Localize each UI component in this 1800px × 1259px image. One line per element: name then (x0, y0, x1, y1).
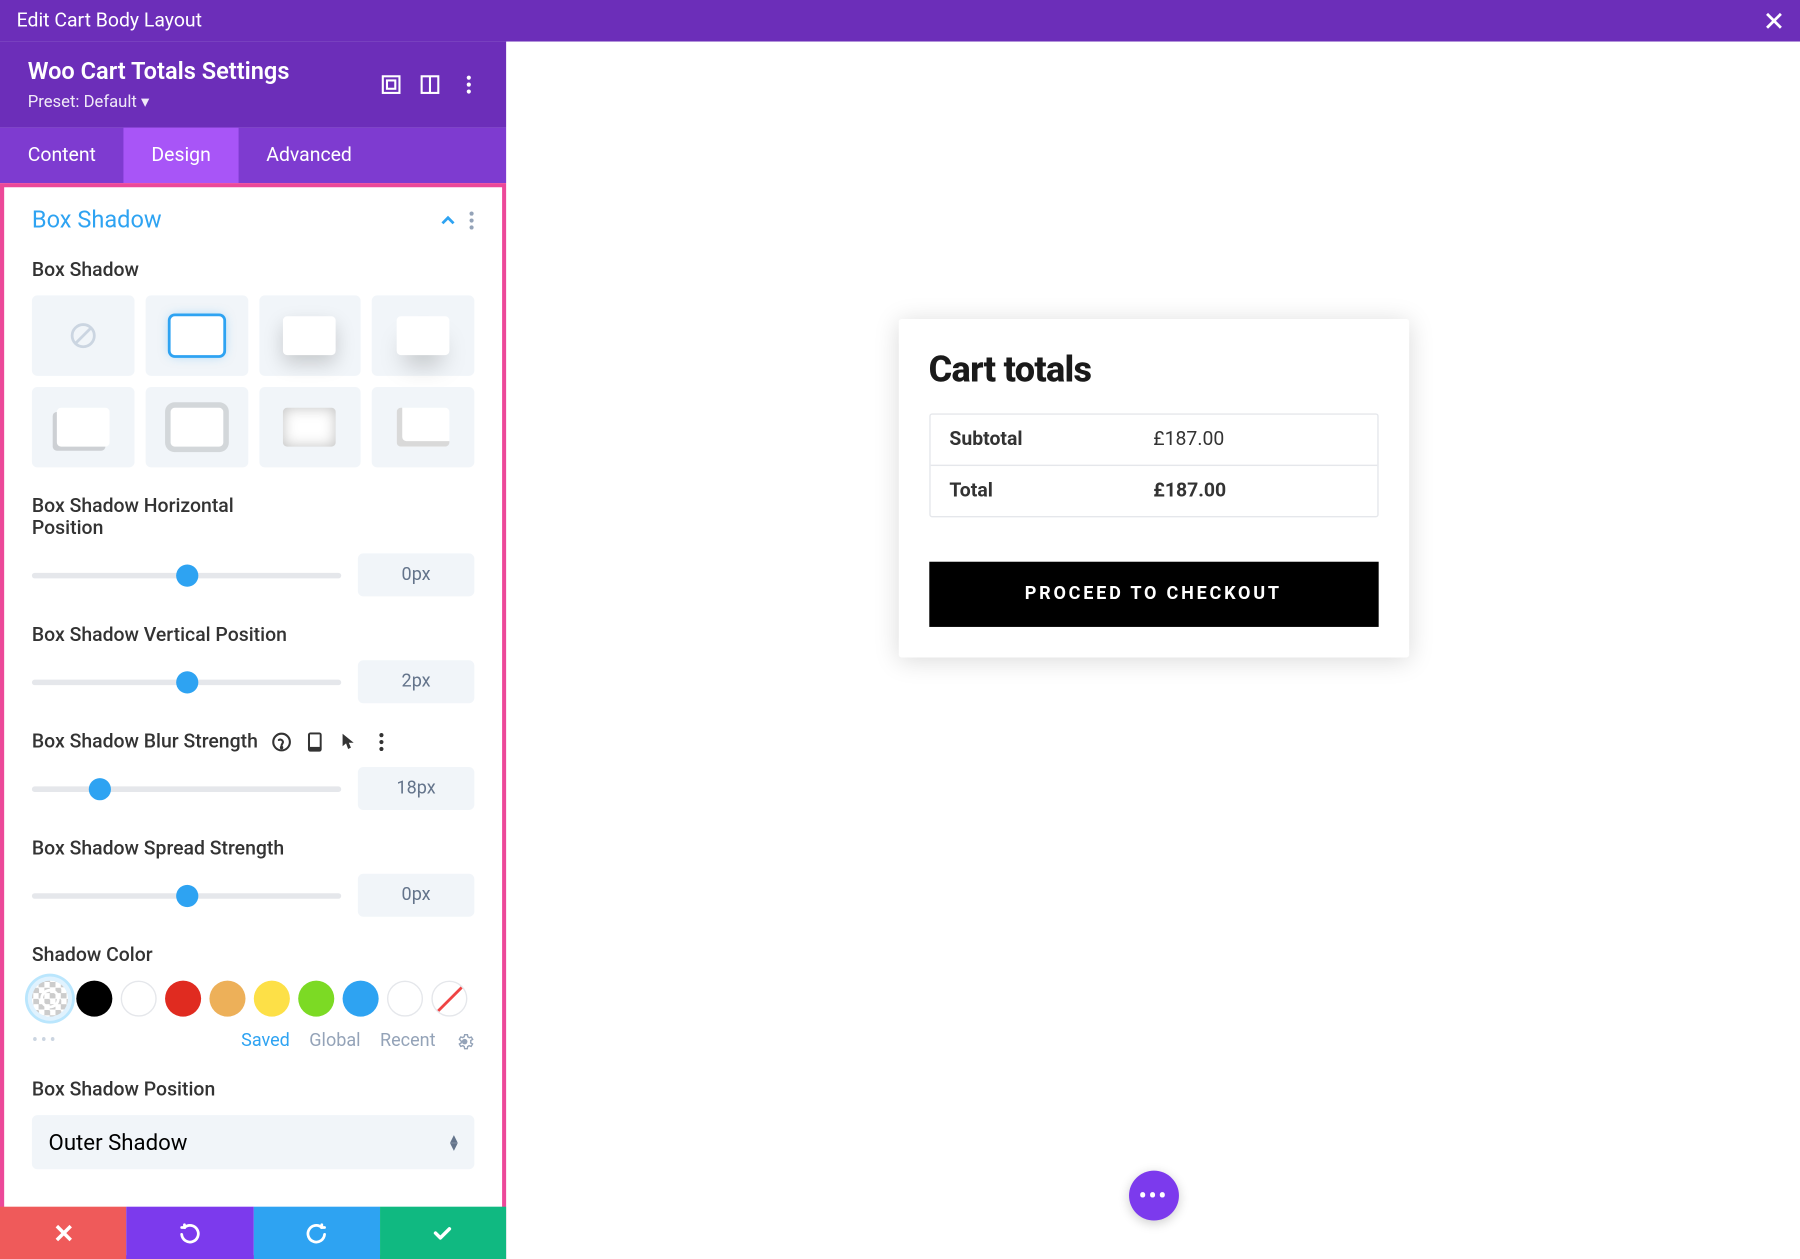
color-swatch-red[interactable] (165, 981, 201, 1017)
hover-icon[interactable] (338, 732, 357, 751)
vertical-slider[interactable] (32, 679, 341, 685)
color-tab-recent[interactable]: Recent (380, 1031, 436, 1052)
vertical-value[interactable]: 2px (358, 660, 475, 703)
table-row: Total £187.00 (930, 465, 1377, 516)
spread-slider[interactable] (32, 893, 341, 899)
color-swatches (32, 981, 474, 1017)
blur-slider[interactable] (32, 786, 341, 792)
color-swatch-black[interactable] (76, 981, 112, 1017)
design-panel: Box Shadow Box Shadow (0, 183, 506, 1259)
dots-icon: ••• (1139, 1181, 1168, 1210)
save-button[interactable] (380, 1207, 507, 1259)
table-row: Subtotal £187.00 (930, 415, 1377, 465)
shadow-presets-label: Box Shadow (32, 259, 474, 281)
gear-icon[interactable] (455, 1031, 474, 1050)
tab-design[interactable]: Design (124, 128, 239, 183)
settings-tabs: Content Design Advanced (0, 128, 506, 183)
row-value: £187.00 (1153, 480, 1357, 502)
checkout-button[interactable]: PROCEED TO CHECKOUT (929, 562, 1378, 627)
check-icon (432, 1222, 454, 1244)
slider-thumb[interactable] (89, 777, 111, 799)
sidebar-header: Woo Cart Totals Settings Preset: Default… (0, 42, 506, 128)
shadow-preset-4[interactable] (32, 387, 134, 467)
cart-table: Subtotal £187.00 Total £187.00 (929, 413, 1378, 517)
slider-thumb[interactable] (175, 564, 197, 586)
row-value: £187.00 (1153, 429, 1357, 451)
chevron-down-icon: ▾ (141, 92, 149, 111)
shadow-preset-5[interactable] (145, 387, 247, 467)
shadow-preset-none[interactable] (32, 295, 134, 375)
tab-content[interactable]: Content (0, 128, 124, 183)
spread-label: Box Shadow Spread Strength (32, 838, 474, 860)
color-swatch-orange[interactable] (209, 981, 245, 1017)
action-bar (0, 1207, 506, 1259)
help-icon[interactable] (272, 732, 291, 751)
cart-title: Cart totals (929, 350, 1378, 392)
color-swatch-yellow[interactable] (254, 981, 290, 1017)
top-bar-title: Edit Cart Body Layout (17, 10, 202, 32)
blur-value[interactable]: 18px (358, 767, 475, 810)
shadow-preset-7[interactable] (372, 387, 474, 467)
color-tab-saved[interactable]: Saved (241, 1031, 290, 1052)
position-label: Box Shadow Position (32, 1079, 474, 1101)
redo-icon (305, 1222, 327, 1244)
redo-button[interactable] (253, 1207, 380, 1259)
shadow-preset-6[interactable] (259, 387, 361, 467)
color-picker-button[interactable] (32, 981, 68, 1017)
vertical-label: Box Shadow Vertical Position (32, 624, 474, 646)
expand-icon[interactable] (381, 75, 400, 94)
phone-icon[interactable] (305, 732, 324, 751)
close-icon (54, 1223, 73, 1242)
sidebar-title: Woo Cart Totals Settings (28, 58, 290, 86)
blur-label: Box Shadow Blur Strength (32, 731, 258, 753)
horizontal-value[interactable]: 0px (358, 553, 475, 596)
undo-button[interactable] (127, 1207, 254, 1259)
color-swatch-none[interactable] (431, 981, 467, 1017)
row-label: Subtotal (949, 429, 1153, 451)
color-swatch-blue[interactable] (343, 981, 379, 1017)
preset-dropdown[interactable]: Preset: Default ▾ (28, 92, 290, 111)
kebab-icon[interactable] (469, 211, 475, 230)
fab-button[interactable]: ••• (1128, 1171, 1178, 1221)
color-swatch-white2[interactable] (387, 981, 423, 1017)
kebab-icon[interactable] (372, 732, 391, 751)
more-colors-icon[interactable]: ••• (32, 1031, 59, 1052)
color-swatch-white[interactable] (121, 981, 157, 1017)
tab-advanced[interactable]: Advanced (239, 128, 380, 183)
shadow-presets-grid (32, 295, 474, 467)
cart-totals-card: Cart totals Subtotal £187.00 Total £187.… (898, 319, 1408, 657)
spread-value[interactable]: 0px (358, 874, 475, 917)
shadow-color-label: Shadow Color (32, 945, 474, 967)
slider-thumb[interactable] (175, 884, 197, 906)
select-caret-icon: ▴▾ (450, 1134, 458, 1151)
color-swatch-green[interactable] (298, 981, 334, 1017)
position-value: Outer Shadow (49, 1129, 188, 1155)
section-title[interactable]: Box Shadow (32, 207, 162, 235)
top-bar: Edit Cart Body Layout (0, 0, 1800, 42)
shadow-preset-3[interactable] (372, 295, 474, 375)
slider-thumb[interactable] (175, 671, 197, 693)
chevron-up-icon[interactable] (438, 211, 457, 230)
preview-canvas: Cart totals Subtotal £187.00 Total £187.… (506, 42, 1800, 1259)
kebab-icon[interactable] (459, 75, 478, 94)
undo-icon (179, 1222, 201, 1244)
row-label: Total (949, 480, 1153, 502)
settings-sidebar: Woo Cart Totals Settings Preset: Default… (0, 42, 506, 1259)
position-select[interactable]: Outer Shadow ▴▾ (32, 1115, 474, 1169)
shadow-preset-1[interactable] (145, 295, 247, 375)
horizontal-slider[interactable] (32, 572, 341, 578)
color-tab-global[interactable]: Global (309, 1031, 360, 1052)
columns-icon[interactable] (420, 75, 439, 94)
close-button[interactable] (1764, 11, 1783, 30)
horizontal-label: Box Shadow Horizontal Position (32, 495, 254, 539)
none-icon (69, 322, 97, 350)
cancel-button[interactable] (0, 1207, 127, 1259)
close-icon (1764, 11, 1783, 30)
shadow-preset-2[interactable] (259, 295, 361, 375)
